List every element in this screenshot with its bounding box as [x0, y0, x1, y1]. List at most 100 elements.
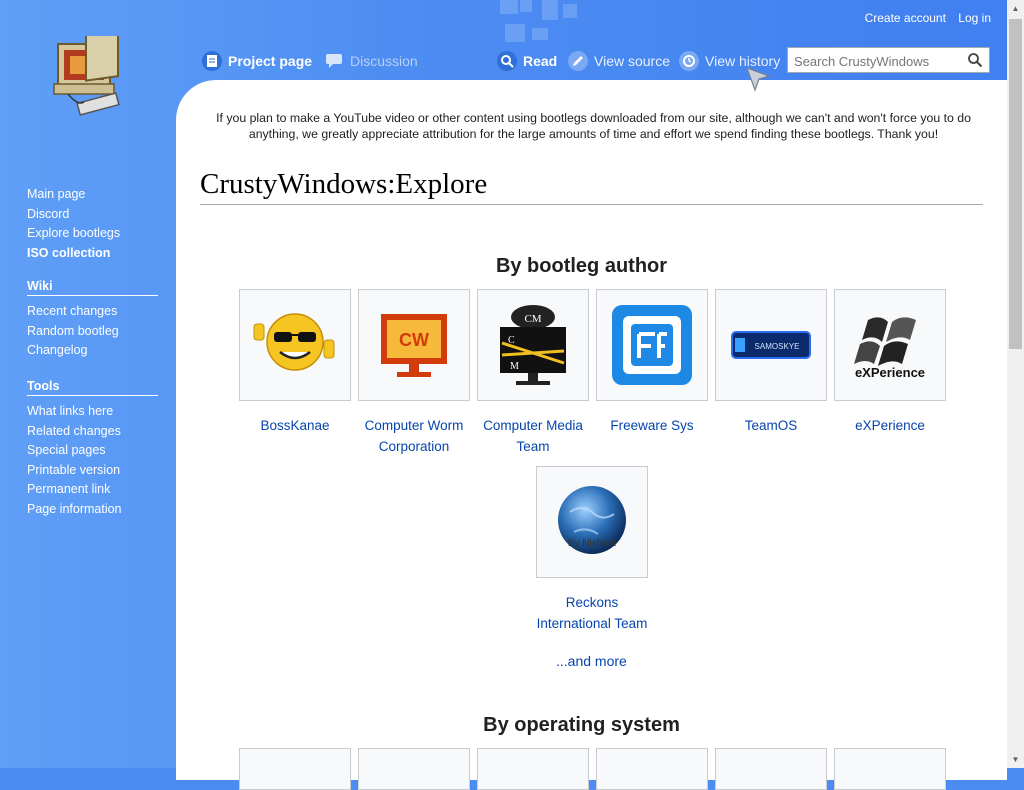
sidebar-item-changelog[interactable]: Changelog [27, 341, 158, 361]
author-card-teamos[interactable]: SAMOSKYE TeamOS [715, 289, 827, 436]
author-name-line2[interactable]: Corporation [358, 436, 470, 457]
sidebar-heading-tools: Tools [27, 379, 158, 396]
sidebar-item-what-links-here[interactable]: What links here [27, 402, 158, 422]
author-thumbnail[interactable]: eXPerience [834, 289, 946, 401]
decor-pixel [532, 28, 548, 40]
tab-view-source[interactable]: View source [568, 50, 670, 72]
sidebar-heading-wiki: Wiki [27, 279, 158, 296]
author-label[interactable]: Reckons International Team [536, 592, 648, 634]
author-thumbnail[interactable]: SAMOSKYE [715, 289, 827, 401]
scroll-down-icon[interactable]: ▼ [1007, 751, 1024, 768]
sidebar-item-page-information[interactable]: Page information [27, 500, 158, 520]
sidebar-item-related-changes[interactable]: Related changes [27, 422, 158, 442]
sidebar-item-random-bootleg[interactable]: Random bootleg [27, 322, 158, 342]
decor-pixel [505, 24, 525, 42]
teamos-banner-icon: SAMOSKYE [731, 331, 811, 359]
author-label[interactable]: Computer Media Team [477, 415, 589, 457]
thumb-text-teamos: SAMOSKYE [755, 342, 800, 351]
tab-project-page[interactable]: Project page [202, 50, 312, 72]
os-thumbnail[interactable] [239, 748, 351, 790]
author-name[interactable]: Freeware Sys [596, 415, 708, 436]
author-thumbnail[interactable]: CW [358, 289, 470, 401]
author-thumbnail[interactable] [239, 289, 351, 401]
search-box [787, 47, 990, 73]
decor-pixel [500, 0, 518, 14]
thumb-text-reckons: By Nishant [568, 538, 617, 549]
author-card-bosskanae[interactable]: BossKanae [239, 289, 351, 436]
author-card-computer-media[interactable]: CM C M Computer Media Team [477, 289, 589, 457]
decor-pixel [542, 0, 558, 20]
tab-label: Project page [228, 53, 313, 69]
scroll-thumb[interactable] [1009, 19, 1022, 349]
author-card-computer-worm[interactable]: CW Computer Worm Corporation [358, 289, 470, 457]
tab-discussion[interactable]: Discussion [324, 50, 418, 72]
thumb-text-experience: eXPerience [855, 365, 925, 380]
sidebar-item-printable-version[interactable]: Printable version [27, 461, 158, 481]
author-thumbnail[interactable] [596, 289, 708, 401]
document-icon [202, 51, 222, 71]
clock-icon [679, 51, 699, 71]
os-thumbnail[interactable] [834, 748, 946, 790]
create-account-link[interactable]: Create account [865, 11, 946, 25]
os-thumbnail[interactable] [477, 748, 589, 790]
author-name-line2[interactable]: Team [477, 436, 589, 457]
speech-bubble-icon [324, 51, 344, 71]
tab-label: Discussion [350, 53, 418, 69]
personal-tools: Create account Log in [856, 11, 991, 25]
author-card-reckons[interactable]: By Nishant Reckons International Team [536, 466, 648, 634]
page-title: CrustyWindows:Explore [200, 168, 983, 205]
author-name-line2[interactable]: International Team [536, 613, 648, 634]
smiley-icon [253, 313, 335, 371]
sidebar-item-discord[interactable]: Discord [27, 205, 120, 225]
author-thumbnail[interactable]: CM C M [477, 289, 589, 401]
sidebar-item-main-page[interactable]: Main page [27, 185, 120, 205]
sidebar-tools-section: Tools What links here Related changes Sp… [27, 379, 158, 519]
os-thumbnail[interactable] [358, 748, 470, 790]
main-content: If you plan to make a YouTube video or o… [176, 80, 1007, 790]
experience-logo-icon: eXPerience [854, 317, 925, 380]
sidebar-item-permanent-link[interactable]: Permanent link [27, 480, 158, 500]
author-name[interactable]: Computer Media [477, 415, 589, 436]
author-card-experience[interactable]: eXPerience eXPerience [834, 289, 946, 436]
more-authors-link[interactable]: ...and more [556, 653, 627, 669]
attribution-notice: If you plan to make a YouTube video or o… [216, 111, 971, 141]
decor-pixel [520, 0, 532, 12]
mouse-cursor-icon [745, 66, 771, 97]
scroll-up-icon[interactable]: ▲ [1007, 0, 1024, 17]
search-input[interactable] [792, 49, 964, 73]
sidebar-main-nav: Main page Discord Explore bootlegs ISO c… [27, 185, 120, 263]
vertical-scrollbar[interactable]: ▲ ▼ [1007, 0, 1024, 768]
section-heading-by-author: By bootleg author [495, 255, 668, 277]
author-name[interactable]: BossKanae [239, 415, 351, 436]
author-name[interactable]: TeamOS [715, 415, 827, 436]
os-thumbnail[interactable] [596, 748, 708, 790]
tab-label: Read [523, 53, 558, 69]
author-card-freeware-sys[interactable]: Freeware Sys [596, 289, 708, 436]
sidebar-item-recent-changes[interactable]: Recent changes [27, 302, 158, 322]
sidebar-item-explore-bootlegs[interactable]: Explore bootlegs [27, 224, 120, 244]
author-name[interactable]: eXPerience [834, 415, 946, 436]
author-label[interactable]: TeamOS [715, 415, 827, 436]
thumb-text-cw: CW [399, 330, 429, 350]
author-thumbnail[interactable]: By Nishant [536, 466, 648, 578]
author-label[interactable]: eXPerience [834, 415, 946, 436]
decor-pixel [563, 4, 577, 18]
tab-read[interactable]: Read [497, 50, 557, 72]
author-name[interactable]: Reckons [536, 592, 648, 613]
thumb-text-cm: CM [524, 313, 541, 325]
globe-icon: By Nishant [558, 486, 626, 554]
author-label[interactable]: Freeware Sys [596, 415, 708, 436]
os-thumbnail[interactable] [715, 748, 827, 790]
author-name[interactable]: Computer Worm [358, 415, 470, 436]
sidebar-wiki-section: Wiki Recent changes Random bootleg Chang… [27, 279, 158, 361]
magnifier-icon [497, 51, 517, 71]
log-in-link[interactable]: Log in [958, 11, 991, 25]
sidebar-item-special-pages[interactable]: Special pages [27, 441, 158, 461]
search-icon[interactable] [967, 52, 983, 73]
author-label[interactable]: BossKanae [239, 415, 351, 436]
site-logo[interactable] [48, 27, 128, 126]
thumb-text-m: M [510, 361, 519, 372]
sidebar-item-iso-collection[interactable]: ISO collection [27, 244, 120, 264]
section-heading-by-os: By operating system [483, 714, 680, 736]
author-label[interactable]: Computer Worm Corporation [358, 415, 470, 457]
